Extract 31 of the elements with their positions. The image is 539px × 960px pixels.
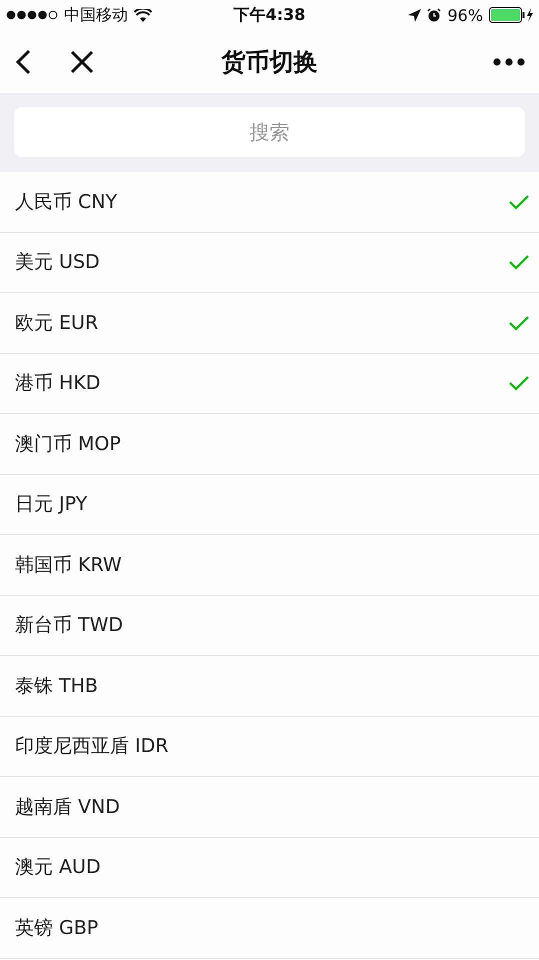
clock-time: 下午4:38	[234, 4, 306, 26]
currency-label: 印度尼西亚盾 IDR	[15, 734, 170, 760]
currency-label: 港币 HKD	[15, 371, 102, 396]
more-button[interactable]	[493, 58, 525, 66]
currency-label: 英镑 GBP	[15, 916, 100, 941]
currency-label: 美元 USD	[15, 250, 101, 276]
carrier-name: 中国移动	[64, 4, 128, 26]
currency-label: 欧元 EUR	[15, 310, 100, 336]
battery-percent: 96%	[447, 6, 484, 24]
currency-label: 日元 JPY	[15, 492, 88, 518]
currency-label: 新台币 TWD	[15, 613, 124, 638]
currency-label: 越南盾 VND	[15, 794, 121, 820]
currency-item[interactable]: 美元 USD	[0, 232, 539, 293]
wifi-icon	[134, 8, 152, 22]
currency-item[interactable]: 新台币 TWD	[0, 596, 539, 656]
location-icon	[408, 8, 422, 22]
close-button[interactable]	[70, 50, 94, 74]
currency-label: 澳门币 MOP	[15, 432, 122, 457]
currency-item[interactable]: 日元 JPY	[0, 474, 539, 535]
currency-item[interactable]: 港币 HKD	[0, 354, 539, 414]
currency-label: 泰铢 THB	[15, 674, 99, 699]
signal-icon	[6, 10, 58, 20]
currency-item[interactable]: 澳元 AUD	[0, 838, 539, 898]
currency-label: 澳元 AUD	[15, 855, 102, 880]
currency-item[interactable]: 印度尼西亚盾 IDR	[0, 716, 539, 777]
battery-icon	[489, 7, 534, 23]
currency-label: 韩国币 KRW	[15, 552, 123, 578]
alarm-icon	[427, 8, 442, 22]
search-field[interactable]: 搜索	[14, 107, 525, 157]
currency-label: 人民币 CNY	[15, 190, 118, 215]
page-title: 货币切换	[222, 46, 318, 78]
